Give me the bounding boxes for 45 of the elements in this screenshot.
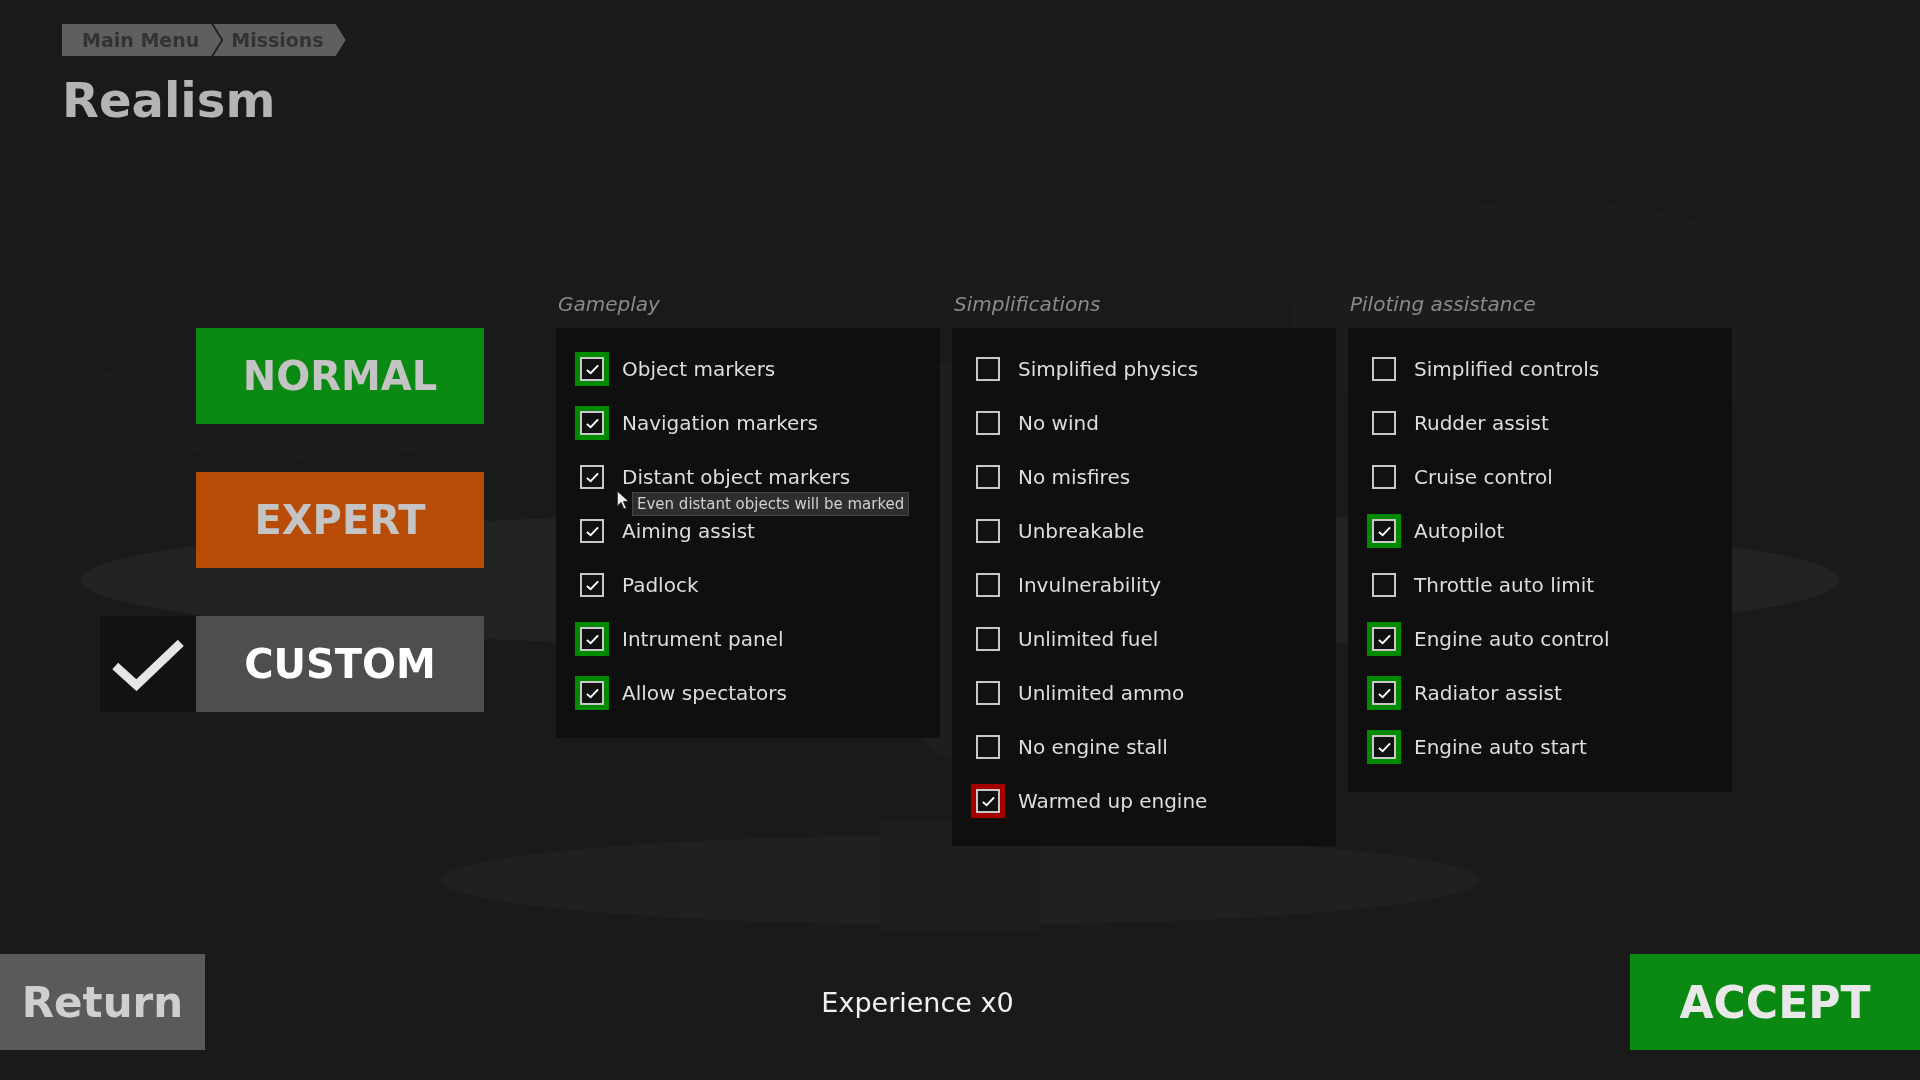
option-label: Unlimited ammo [1018, 681, 1185, 705]
checkbox[interactable] [1367, 730, 1401, 764]
option-label: Rudder assist [1414, 411, 1549, 435]
option-label: No wind [1018, 411, 1099, 435]
group-heading: Simplifications [953, 292, 1102, 318]
option-label: Warmed up engine [1018, 789, 1208, 813]
option-label: Engine auto start [1414, 735, 1587, 759]
preset-button[interactable]: NORMAL [196, 328, 484, 424]
option-label: Autopilot [1414, 519, 1505, 543]
option-label: Invulnerability [1018, 573, 1162, 597]
option-label: Allow spectators [622, 681, 787, 705]
option-label: Simplified controls [1414, 357, 1600, 381]
option-label: Radiator assist [1414, 681, 1562, 705]
page-title: Realism [62, 71, 277, 130]
return-button[interactable]: Return [0, 954, 205, 1050]
checkbox[interactable] [1367, 622, 1401, 656]
option-label: Simplified physics [1018, 357, 1199, 381]
cursor-icon [616, 490, 630, 511]
option-label: Engine auto control [1414, 627, 1610, 651]
option-label: Aiming assist [622, 519, 755, 543]
accept-button[interactable]: ACCEPT [1630, 954, 1920, 1050]
checkbox[interactable] [971, 784, 1005, 818]
checkbox[interactable] [575, 676, 609, 710]
checkbox[interactable] [575, 406, 609, 440]
option-label: No misfires [1018, 465, 1131, 489]
option-label: Padlock [622, 573, 699, 597]
checkbox[interactable] [575, 622, 609, 656]
option-label: Unbreakable [1018, 519, 1145, 543]
option-label: Throttle auto limit [1414, 573, 1595, 597]
experience-multiplier: Experience x0 [821, 986, 1014, 1018]
tooltip: Even distant objects will be marked [632, 492, 910, 516]
preset-button[interactable]: EXPERT [196, 472, 484, 568]
option-label: Object markers [622, 357, 776, 381]
option-label: Navigation markers [622, 411, 818, 435]
option-label: No engine stall [1018, 735, 1168, 759]
option-label: Cruise control [1414, 465, 1553, 489]
checkbox[interactable] [1367, 676, 1401, 710]
checkbox[interactable] [1367, 514, 1401, 548]
group-heading: Gameplay [557, 292, 661, 318]
option-label: Intrument panel [622, 627, 784, 651]
option-label: Unlimited fuel [1018, 627, 1159, 651]
checkbox[interactable] [575, 352, 609, 386]
option-label: Distant object markers [622, 465, 851, 489]
preset-button[interactable]: CUSTOM [196, 616, 484, 712]
group-heading: Piloting assistance [1349, 292, 1537, 318]
